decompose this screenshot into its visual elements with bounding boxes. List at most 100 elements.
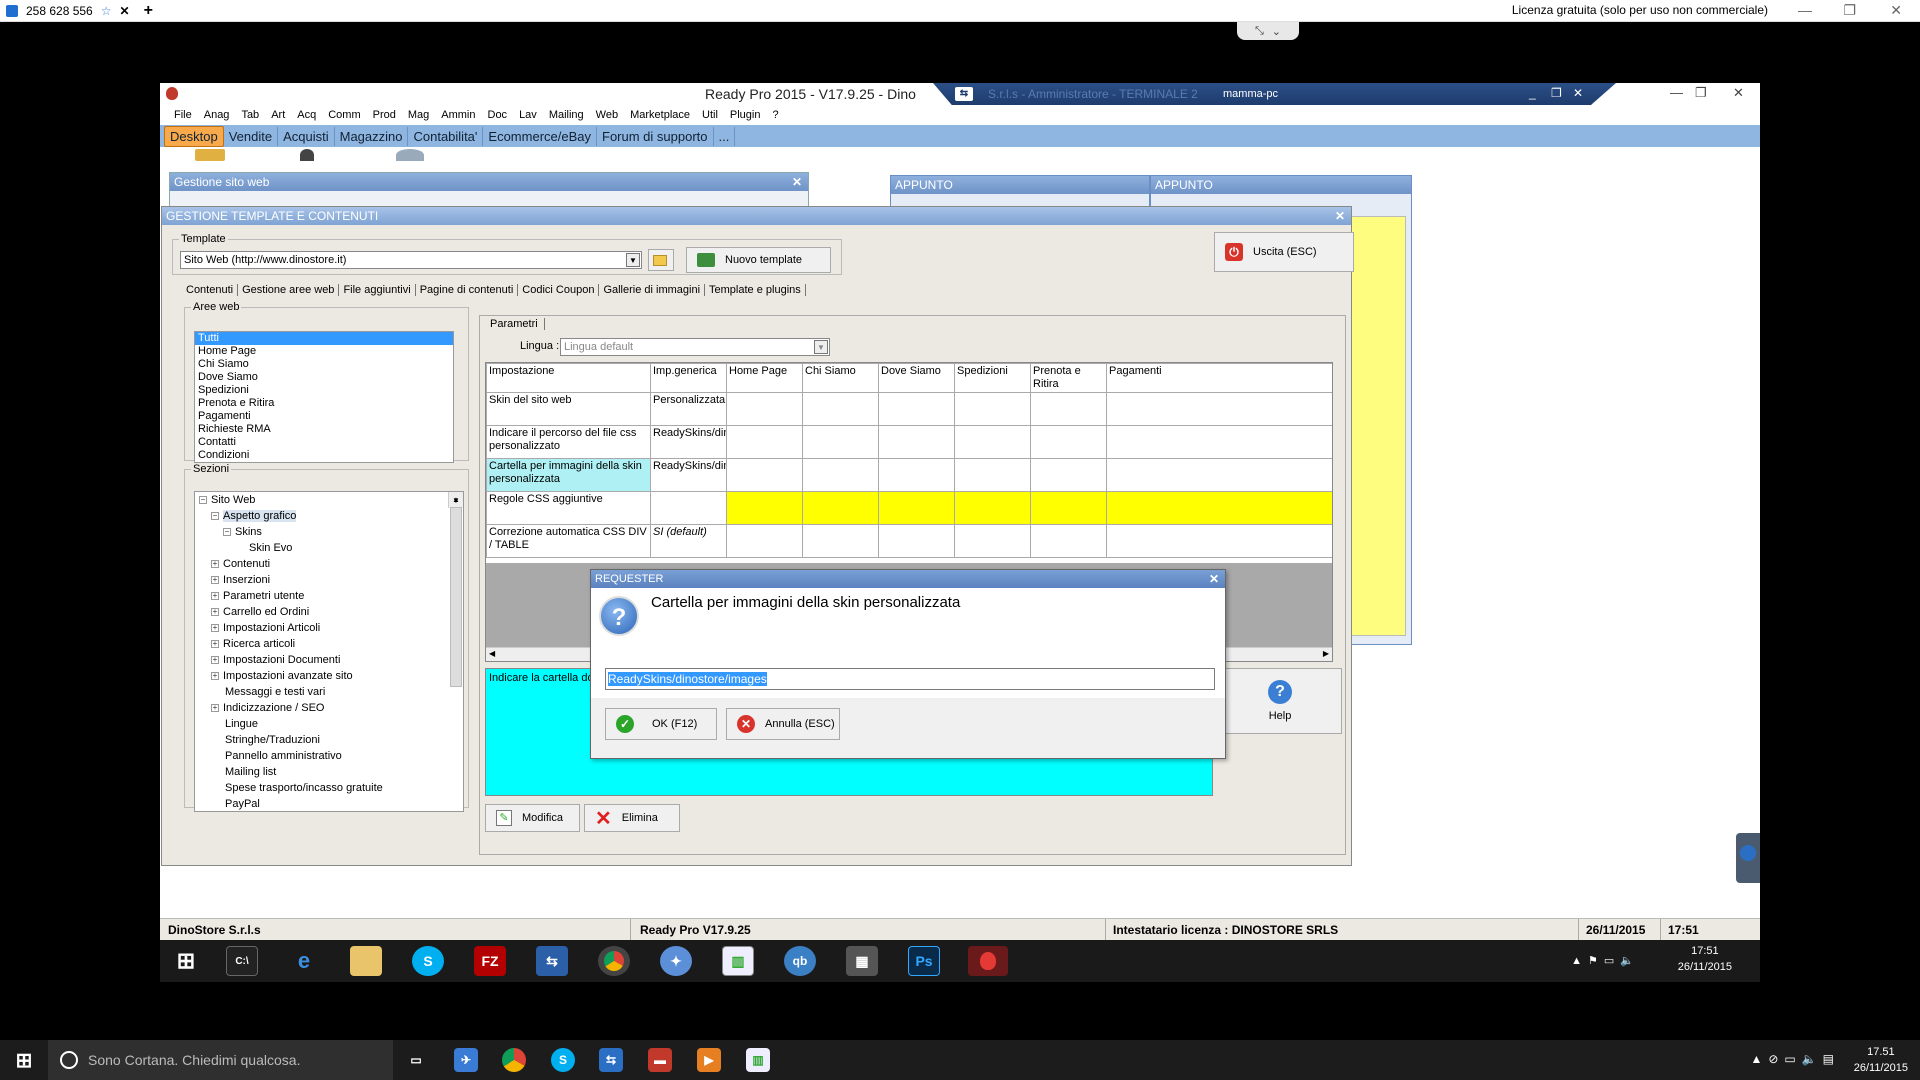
- template-manager-close-icon[interactable]: ✕: [1335, 207, 1345, 225]
- menu-item[interactable]: Lav: [513, 109, 543, 121]
- ok-button[interactable]: ✓ OK (F12): [605, 708, 717, 740]
- grid-cell-area[interactable]: [802, 425, 879, 459]
- tree-node[interactable]: Mailing list: [195, 764, 463, 780]
- menu-item[interactable]: Comm: [322, 109, 366, 121]
- requester-header[interactable]: REQUESTER ✕: [591, 570, 1225, 588]
- grid-column-header[interactable]: Imp.generica: [650, 363, 727, 393]
- skype-icon[interactable]: S: [412, 946, 444, 976]
- menu-item[interactable]: File: [168, 109, 198, 121]
- parametri-tab[interactable]: Parametri: [490, 318, 545, 330]
- close-tab-icon[interactable]: ✕: [120, 4, 130, 18]
- windows-start-icon[interactable]: ⊞: [12, 1048, 36, 1072]
- grid-cell-value[interactable]: ReadySkins/dinostore/images: [650, 458, 727, 492]
- requester-close-icon[interactable]: ✕: [1209, 570, 1219, 588]
- grid-cell-value[interactable]: [650, 491, 727, 525]
- aree-web-item[interactable]: Tutti: [195, 332, 453, 345]
- grid-cell-area[interactable]: [802, 491, 879, 525]
- content-subtab[interactable]: Gallerie di immagini: [599, 284, 706, 296]
- sito-web-close-icon[interactable]: ✕: [792, 173, 802, 191]
- grid-cell-area[interactable]: [954, 425, 1031, 459]
- main-tab[interactable]: Contabilita': [408, 126, 484, 146]
- restore-icon[interactable]: ❐: [1843, 2, 1856, 19]
- collapse-icon[interactable]: −: [199, 496, 207, 505]
- grid-row[interactable]: Skin del sito web Personalizzata: [486, 392, 1332, 426]
- media-icon[interactable]: ▦: [846, 946, 878, 976]
- aree-web-item[interactable]: Condizioni: [195, 449, 453, 462]
- menu-item[interactable]: Util: [696, 109, 724, 121]
- grid-cell-name[interactable]: Indicare il percorso del file css person…: [486, 425, 651, 459]
- sito-web-header[interactable]: Gestione sito web ✕: [170, 173, 808, 191]
- grid-cell-name[interactable]: Skin del sito web: [486, 392, 651, 426]
- main-tab[interactable]: Magazzino: [335, 126, 409, 146]
- tree-node[interactable]: − Aspetto grafico: [195, 508, 463, 524]
- media-app-icon[interactable]: ▬: [648, 1048, 672, 1072]
- grid-cell-area[interactable]: [726, 491, 803, 525]
- grid-cell-area[interactable]: [726, 425, 803, 459]
- cancel-button[interactable]: ✕ Annulla (ESC): [726, 708, 840, 740]
- tree-node[interactable]: + Inserzioni: [195, 572, 463, 588]
- grid-row[interactable]: Regole CSS aggiuntive: [486, 491, 1332, 525]
- menu-item[interactable]: Mailing: [543, 109, 590, 121]
- terminal-icon[interactable]: C:\: [226, 946, 258, 976]
- windows-start-icon[interactable]: ⊞: [170, 946, 202, 976]
- grid-column-header[interactable]: Chi Siamo: [802, 363, 879, 393]
- teamviewer-icon[interactable]: ⇆: [536, 946, 568, 976]
- appunto-header-2[interactable]: APPUNTO: [1151, 176, 1411, 194]
- expand-icon[interactable]: +: [211, 704, 219, 713]
- grid-cell-area[interactable]: [802, 524, 879, 558]
- scroll-right-icon[interactable]: ▶: [1323, 649, 1329, 658]
- tree-scrollbar[interactable]: ▲ ▼: [448, 492, 463, 687]
- grid-cell-area[interactable]: [954, 491, 1031, 525]
- menu-item[interactable]: Prod: [367, 109, 402, 121]
- template-select[interactable]: Sito Web (http://www.dinostore.it) ▼: [180, 251, 642, 269]
- grid-column-header[interactable]: Impostazione: [486, 363, 651, 393]
- menu-item[interactable]: Acq: [291, 109, 322, 121]
- new-tab-button[interactable]: +: [136, 2, 161, 20]
- tree-node[interactable]: + Impostazioni avanzate sito: [195, 668, 463, 684]
- skype-icon[interactable]: S: [551, 1048, 575, 1072]
- expand-icon[interactable]: +: [211, 608, 219, 617]
- tree-node[interactable]: PayPal: [195, 796, 463, 811]
- grid-cell-value[interactable]: Personalizzata: [650, 392, 727, 426]
- template-manager-header[interactable]: GESTIONE TEMPLATE E CONTENUTI ✕: [162, 207, 1351, 225]
- chevron-down-icon[interactable]: ⌄: [1272, 25, 1281, 38]
- aree-web-item[interactable]: Chi Siamo: [195, 358, 453, 371]
- aree-web-list[interactable]: Tutti Home Page Chi Siamo Dove Siamo Spedizi…: [194, 331, 454, 463]
- grid-cell-area[interactable]: [954, 458, 1031, 492]
- grid-cell-area[interactable]: [726, 458, 803, 492]
- session-tab[interactable]: 258 628 556 ☆ ✕: [0, 0, 136, 22]
- grid-cell-area[interactable]: [1030, 491, 1107, 525]
- notepad-icon[interactable]: ▥: [722, 946, 754, 976]
- aree-web-item[interactable]: Dove Siamo: [195, 371, 453, 384]
- aree-web-item[interactable]: Spedizioni: [195, 384, 453, 397]
- tree-node[interactable]: + Parametri utente: [195, 588, 463, 604]
- grid-cell-area[interactable]: [878, 524, 955, 558]
- menu-item[interactable]: Art: [265, 109, 291, 121]
- tree-node[interactable]: Lingue: [195, 716, 463, 732]
- teamviewer-session-bar[interactable]: ⇆ S.r.l.s - Amministratore - TERMINALE 2…: [933, 83, 1616, 107]
- content-subtab[interactable]: Contenuti: [182, 284, 239, 296]
- video-player-icon[interactable]: ▶: [697, 1048, 721, 1072]
- open-folder-button[interactable]: [648, 249, 674, 271]
- grid-cell-area[interactable]: [1030, 458, 1107, 492]
- grid-column-header[interactable]: Home Page: [726, 363, 803, 393]
- network-icon[interactable]: ✦: [660, 946, 692, 976]
- main-tab[interactable]: ...: [714, 126, 736, 146]
- expand-icon[interactable]: +: [211, 592, 219, 601]
- grid-cell-name[interactable]: Regole CSS aggiuntive: [486, 491, 651, 525]
- grid-cell-area[interactable]: [802, 458, 879, 492]
- main-tab[interactable]: Desktop: [164, 125, 224, 147]
- star-icon[interactable]: ☆: [101, 4, 112, 18]
- teamviewer-icon[interactable]: ⇆: [599, 1048, 623, 1072]
- grid-cell-area[interactable]: [878, 425, 955, 459]
- menu-item[interactable]: Mag: [402, 109, 435, 121]
- help-button[interactable]: ? Help: [1218, 668, 1342, 734]
- tree-node[interactable]: Pannello amministrativo: [195, 748, 463, 764]
- tree-node[interactable]: − Sito Web: [195, 492, 463, 508]
- scroll-thumb[interactable]: [450, 507, 462, 687]
- grid-cell-area[interactable]: [802, 392, 879, 426]
- collapse-icon[interactable]: −: [211, 512, 219, 521]
- grid-cell-area[interactable]: [954, 392, 1031, 426]
- grid-column-header[interactable]: Prenota e Ritira: [1030, 363, 1107, 393]
- menu-item[interactable]: Ammin: [435, 109, 481, 121]
